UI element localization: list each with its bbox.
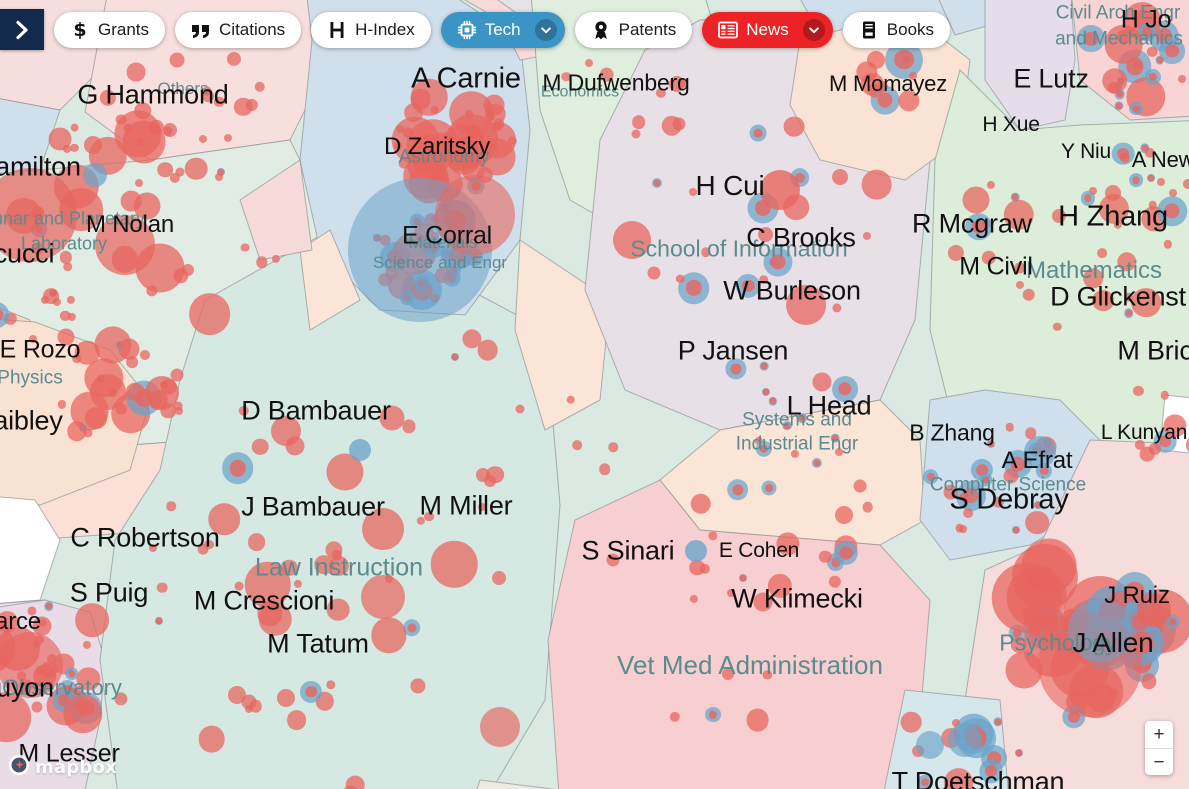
chip-news-label: News xyxy=(746,19,789,39)
region-polygon xyxy=(1159,394,1189,454)
chevron-right-icon xyxy=(12,19,32,41)
mapbox-wordmark: mapbox xyxy=(35,757,117,778)
dollar-icon: $ xyxy=(70,19,90,41)
chip-grants[interactable]: $ Grants xyxy=(54,11,166,48)
chevron-down-icon[interactable] xyxy=(802,18,825,41)
chip-h-index[interactable]: H-Index xyxy=(311,11,431,48)
chip-icon xyxy=(457,19,477,41)
chip-h-index-label: H-Index xyxy=(355,19,415,39)
chevron-down-icon[interactable] xyxy=(534,18,557,41)
chip-tech-label: Tech xyxy=(484,19,521,39)
chip-books-label: Books xyxy=(886,19,935,39)
h-icon xyxy=(327,19,347,41)
map-application: OthersLunar and PlanetaryLaboratoryAstro… xyxy=(0,0,1189,789)
chip-grants-label: Grants xyxy=(98,19,150,39)
chip-news[interactable]: News xyxy=(702,11,833,48)
chip-citations-label: Citations xyxy=(219,19,286,39)
newspaper-icon xyxy=(718,19,739,41)
chip-patents[interactable]: Patents xyxy=(574,11,693,48)
voronoi-map-canvas[interactable]: OthersLunar and PlanetaryLaboratoryAstro… xyxy=(0,0,1189,789)
filter-toolbar: $ Grants Citations H-Index Tech Patents … xyxy=(0,9,951,50)
chip-tech[interactable]: Tech xyxy=(440,11,565,48)
zoom-in-button[interactable]: + xyxy=(1145,721,1173,748)
chip-citations[interactable]: Citations xyxy=(175,11,302,48)
mapbox-attribution[interactable]: mapbox xyxy=(8,754,117,781)
zoom-out-button[interactable]: − xyxy=(1145,748,1173,775)
book-icon xyxy=(859,19,879,41)
chip-books[interactable]: Books xyxy=(842,11,951,48)
sidebar-toggle-button[interactable] xyxy=(0,9,44,50)
svg-text:$: $ xyxy=(73,20,86,40)
award-icon xyxy=(591,19,611,41)
map-regions-svg xyxy=(0,0,1189,789)
chip-patents-label: Patents xyxy=(618,19,677,39)
mapbox-mark-icon xyxy=(8,754,30,781)
quote-icon xyxy=(191,19,211,41)
zoom-controls: + − xyxy=(1145,721,1173,775)
